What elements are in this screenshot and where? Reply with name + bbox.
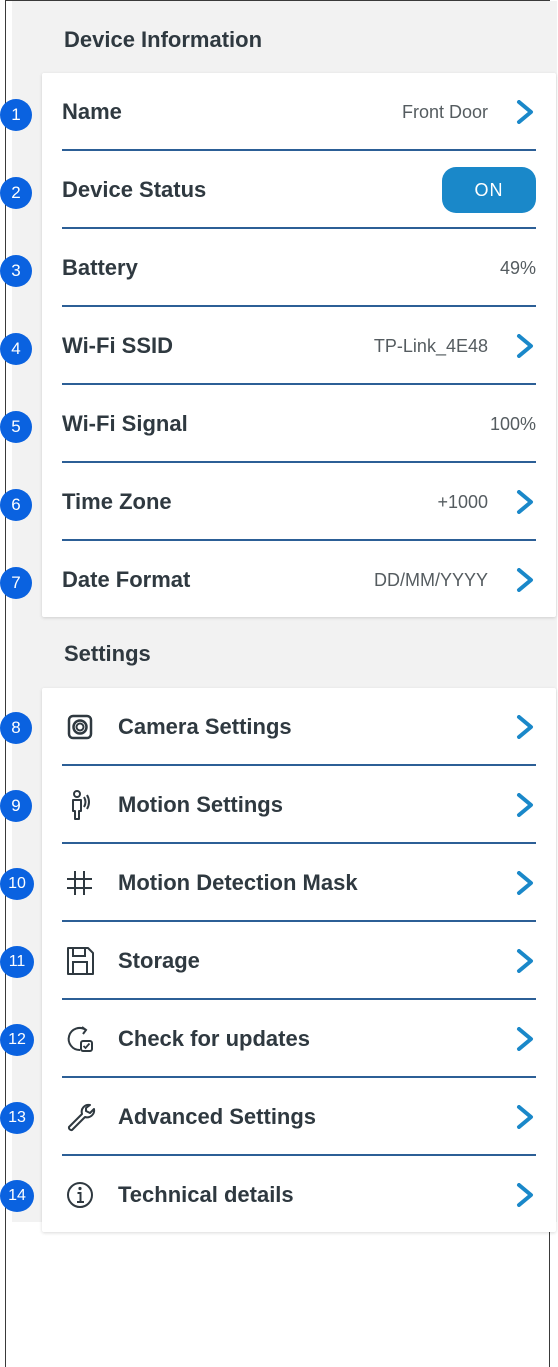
camera-settings-row[interactable]: Camera Settings bbox=[42, 688, 556, 766]
chevron-right-icon bbox=[517, 490, 533, 514]
wifi-signal-value: 100% bbox=[489, 414, 536, 434]
camera-icon bbox=[67, 714, 93, 740]
wrench-icon bbox=[67, 1103, 96, 1132]
chevron-right-icon bbox=[517, 100, 533, 124]
technical-details-label: Technical details bbox=[118, 1182, 294, 1207]
device-status-toggle[interactable]: ON bbox=[442, 167, 536, 213]
marker-1: 1 bbox=[0, 99, 32, 131]
battery-label: Battery bbox=[62, 255, 138, 280]
marker-13: 13 bbox=[0, 1102, 34, 1134]
wifi-ssid-row[interactable]: Wi-Fi SSID TP-Link_4E48 bbox=[42, 307, 556, 385]
time-zone-row[interactable]: Time Zone +1000 bbox=[42, 463, 556, 541]
storage-label: Storage bbox=[118, 948, 200, 973]
marker-4: 4 bbox=[0, 333, 32, 365]
marker-10: 10 bbox=[0, 868, 34, 900]
name-row[interactable]: Name Front Door bbox=[42, 73, 556, 151]
marker-7: 7 bbox=[0, 567, 32, 599]
device-status-row: Device Status ON bbox=[42, 151, 556, 229]
marker-12: 12 bbox=[0, 1024, 34, 1056]
chevron-right-icon bbox=[517, 949, 533, 973]
wifi-signal-label: Wi-Fi Signal bbox=[62, 411, 188, 436]
chevron-right-icon bbox=[517, 1105, 533, 1129]
battery-value: 49% bbox=[499, 258, 536, 278]
check-for-updates-row[interactable]: Check for updates bbox=[42, 1000, 556, 1078]
device-information-card: Name Front Door Device Status ON Battery… bbox=[42, 73, 556, 617]
chevron-right-icon bbox=[517, 871, 533, 895]
marker-6: 6 bbox=[0, 489, 32, 521]
device-status-label: Device Status bbox=[62, 177, 207, 202]
settings-card: Camera Settings Motion Settings Motion D… bbox=[42, 688, 556, 1232]
storage-row[interactable]: Storage bbox=[42, 922, 556, 1000]
motion-detection-mask-label: Motion Detection Mask bbox=[118, 870, 358, 895]
date-format-row[interactable]: Date Format DD/MM/YYYY bbox=[42, 541, 556, 619]
device-information-heading: Device Information bbox=[64, 27, 263, 52]
device-settings-screen: Device Information Name Front Door Devic… bbox=[12, 1, 557, 1232]
marker-14: 14 bbox=[0, 1180, 34, 1212]
grid-icon bbox=[67, 871, 92, 895]
chevron-right-icon bbox=[517, 1027, 533, 1051]
marker-9: 9 bbox=[0, 790, 32, 822]
chevron-right-icon bbox=[517, 715, 533, 739]
marker-11: 11 bbox=[0, 946, 34, 978]
marker-3: 3 bbox=[0, 255, 32, 287]
marker-2: 2 bbox=[0, 177, 32, 209]
name-value: Front Door bbox=[401, 102, 488, 122]
floppy-disk-icon bbox=[67, 947, 94, 975]
check-for-updates-label: Check for updates bbox=[118, 1026, 310, 1051]
technical-details-row[interactable]: Technical details bbox=[42, 1156, 556, 1234]
wifi-ssid-value: TP-Link_4E48 bbox=[373, 336, 488, 356]
battery-row: Battery 49% bbox=[42, 229, 556, 307]
chevron-right-icon bbox=[517, 793, 533, 817]
advanced-settings-row[interactable]: Advanced Settings bbox=[42, 1078, 556, 1156]
chevron-right-icon bbox=[517, 334, 533, 358]
marker-8: 8 bbox=[0, 712, 32, 744]
advanced-settings-label: Advanced Settings bbox=[118, 1104, 317, 1129]
wifi-ssid-label: Wi-Fi SSID bbox=[62, 333, 174, 358]
name-label: Name bbox=[62, 99, 122, 124]
chevron-right-icon bbox=[517, 568, 533, 592]
settings-heading: Settings bbox=[64, 641, 151, 666]
date-format-value: DD/MM/YYYY bbox=[373, 570, 488, 590]
date-format-label: Date Format bbox=[62, 567, 191, 592]
chevron-right-icon bbox=[517, 1183, 533, 1207]
update-check-icon bbox=[67, 1026, 93, 1052]
camera-settings-label: Camera Settings bbox=[118, 714, 292, 739]
time-zone-value: +1000 bbox=[437, 492, 488, 512]
marker-5: 5 bbox=[0, 411, 32, 443]
motion-settings-label: Motion Settings bbox=[118, 792, 283, 817]
info-icon bbox=[67, 1182, 93, 1208]
motion-person-icon bbox=[72, 790, 90, 820]
motion-settings-row[interactable]: Motion Settings bbox=[42, 766, 556, 844]
time-zone-label: Time Zone bbox=[62, 489, 172, 514]
wifi-signal-row: Wi-Fi Signal 100% bbox=[42, 385, 556, 463]
motion-detection-mask-row[interactable]: Motion Detection Mask bbox=[42, 844, 556, 922]
